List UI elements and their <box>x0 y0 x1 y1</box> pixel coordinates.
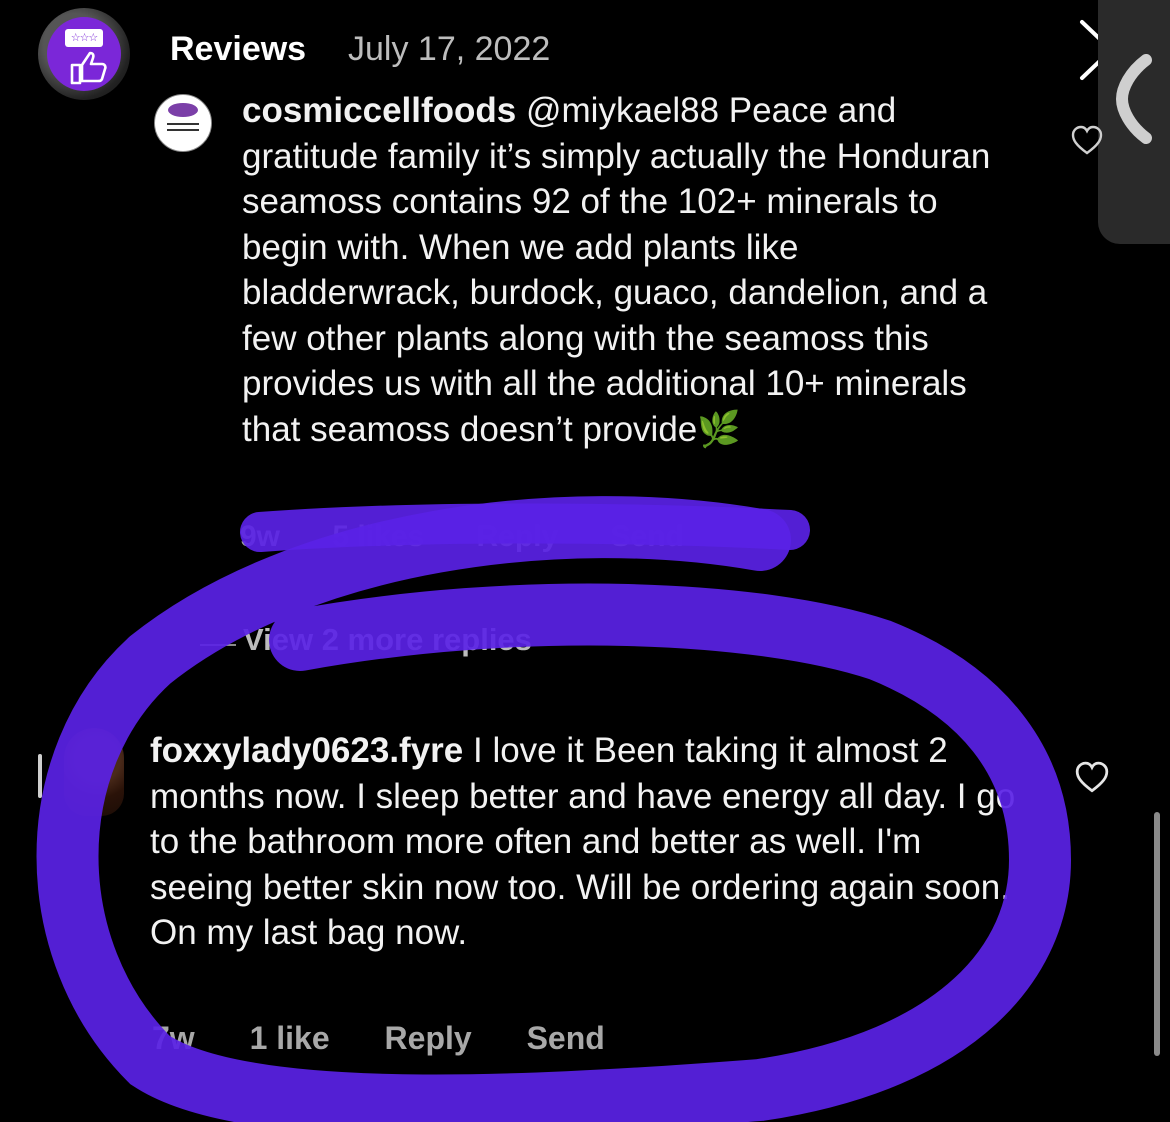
reviews-thumbs-up-icon: ☆☆☆ <box>47 17 121 91</box>
comment-likes[interactable]: 5 likes <box>332 520 424 553</box>
comment-body: @miykael88 Peace and gratitude family it… <box>242 91 991 449</box>
comment-time: 7w <box>152 1020 195 1056</box>
comment-meta: 7w 1 like Reply Send <box>152 1020 651 1057</box>
account-avatar[interactable]: ☆☆☆ <box>38 8 130 100</box>
view-more-replies-button[interactable]: View 2 more replies <box>243 622 532 658</box>
send-button[interactable]: Send <box>611 520 684 553</box>
account-title[interactable]: Reviews <box>170 30 306 69</box>
comment-likes[interactable]: 1 like <box>250 1020 330 1056</box>
commenter-avatar[interactable] <box>38 728 124 816</box>
like-heart-icon[interactable] <box>1074 760 1110 796</box>
post-date: July 17, 2022 <box>348 30 551 68</box>
herb-emoji: 🌿 <box>697 409 741 449</box>
comment-username[interactable]: foxxylady0623.fyre <box>150 731 463 770</box>
send-button[interactable]: Send <box>527 1020 605 1056</box>
reply-button[interactable]: Reply <box>385 1020 472 1056</box>
scrollbar[interactable] <box>1154 812 1160 1056</box>
comment-text: foxxylady0623.fyre I love it Been taking… <box>150 728 1030 956</box>
commenter-avatar[interactable] <box>154 94 212 152</box>
comment-time: 9w <box>240 520 281 553</box>
comment-text: cosmiccellfoods @miykael88 Peace and gra… <box>242 88 1022 452</box>
side-tab[interactable] <box>1098 0 1170 244</box>
reply-button[interactable]: Reply <box>476 520 558 553</box>
comment-username[interactable]: cosmiccellfoods <box>242 91 516 130</box>
like-heart-icon[interactable] <box>1070 124 1104 158</box>
divider <box>200 644 236 646</box>
chevron-left-icon <box>1115 54 1152 144</box>
comment-meta: 9w 5 likes Reply Send <box>240 520 728 554</box>
